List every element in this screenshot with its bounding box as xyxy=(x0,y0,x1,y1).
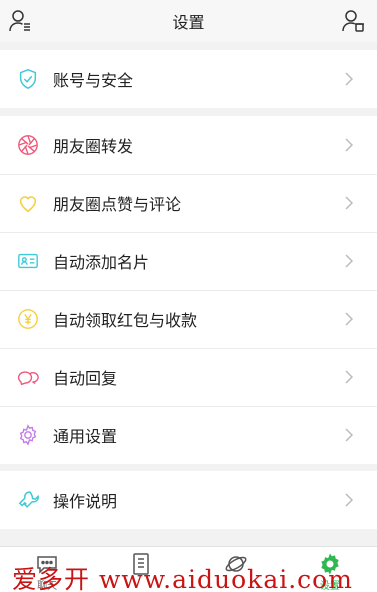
chat-bubbles-icon xyxy=(16,365,40,389)
settings-item-instructions[interactable]: 操作说明 xyxy=(0,471,377,529)
chevron-right-icon xyxy=(345,370,357,384)
user-list-icon[interactable] xyxy=(4,5,36,37)
user-delete-icon[interactable] xyxy=(337,5,369,37)
yen-coin-icon xyxy=(16,307,40,331)
aperture-icon xyxy=(16,133,40,157)
watermark-text: 爱多开 www.aiduokai.com xyxy=(12,565,353,592)
settings-item-auto-reply[interactable]: 自动回复 xyxy=(0,348,377,406)
page-title: 设置 xyxy=(172,13,205,32)
settings-item-label: 朋友圈转发 xyxy=(53,137,134,156)
gear-icon xyxy=(16,423,40,447)
settings-group-account: 账号与安全 xyxy=(0,50,377,108)
chevron-right-icon xyxy=(345,493,357,507)
settings-group-help: 操作说明 xyxy=(0,471,377,529)
settings-item-label: 自动添加名片 xyxy=(53,253,150,272)
settings-item-account-security[interactable]: 账号与安全 xyxy=(0,50,377,108)
wrench-icon xyxy=(16,488,40,512)
settings-item-label: 自动回复 xyxy=(53,369,118,388)
id-card-icon xyxy=(16,249,40,273)
chevron-right-icon xyxy=(345,254,357,268)
chevron-right-icon xyxy=(345,312,357,326)
settings-item-auto-redpacket[interactable]: 自动领取红包与收款 xyxy=(0,290,377,348)
chevron-right-icon xyxy=(345,196,357,210)
app-header: 设置 xyxy=(0,0,377,42)
chevron-right-icon xyxy=(345,138,357,152)
shield-check-icon xyxy=(16,67,40,91)
settings-item-moments-forward[interactable]: 朋友圈转发 xyxy=(0,116,377,174)
settings-group-automation: 朋友圈转发 朋友圈点赞与评论 自动添加名片 自动领取红包与收款 自动回复 通用设… xyxy=(0,116,377,464)
settings-item-label: 操作说明 xyxy=(53,492,118,511)
settings-item-general[interactable]: 通用设置 xyxy=(0,406,377,464)
settings-item-label: 朋友圈点赞与评论 xyxy=(53,195,182,214)
settings-item-auto-add-card[interactable]: 自动添加名片 xyxy=(0,232,377,290)
chevron-right-icon xyxy=(345,72,357,86)
heart-icon xyxy=(16,191,40,215)
settings-item-label: 通用设置 xyxy=(53,427,118,446)
settings-item-moments-like-comment[interactable]: 朋友圈点赞与评论 xyxy=(0,174,377,232)
chevron-right-icon xyxy=(345,428,357,442)
settings-item-label: 账号与安全 xyxy=(53,71,134,90)
settings-item-label: 自动领取红包与收款 xyxy=(53,311,198,330)
